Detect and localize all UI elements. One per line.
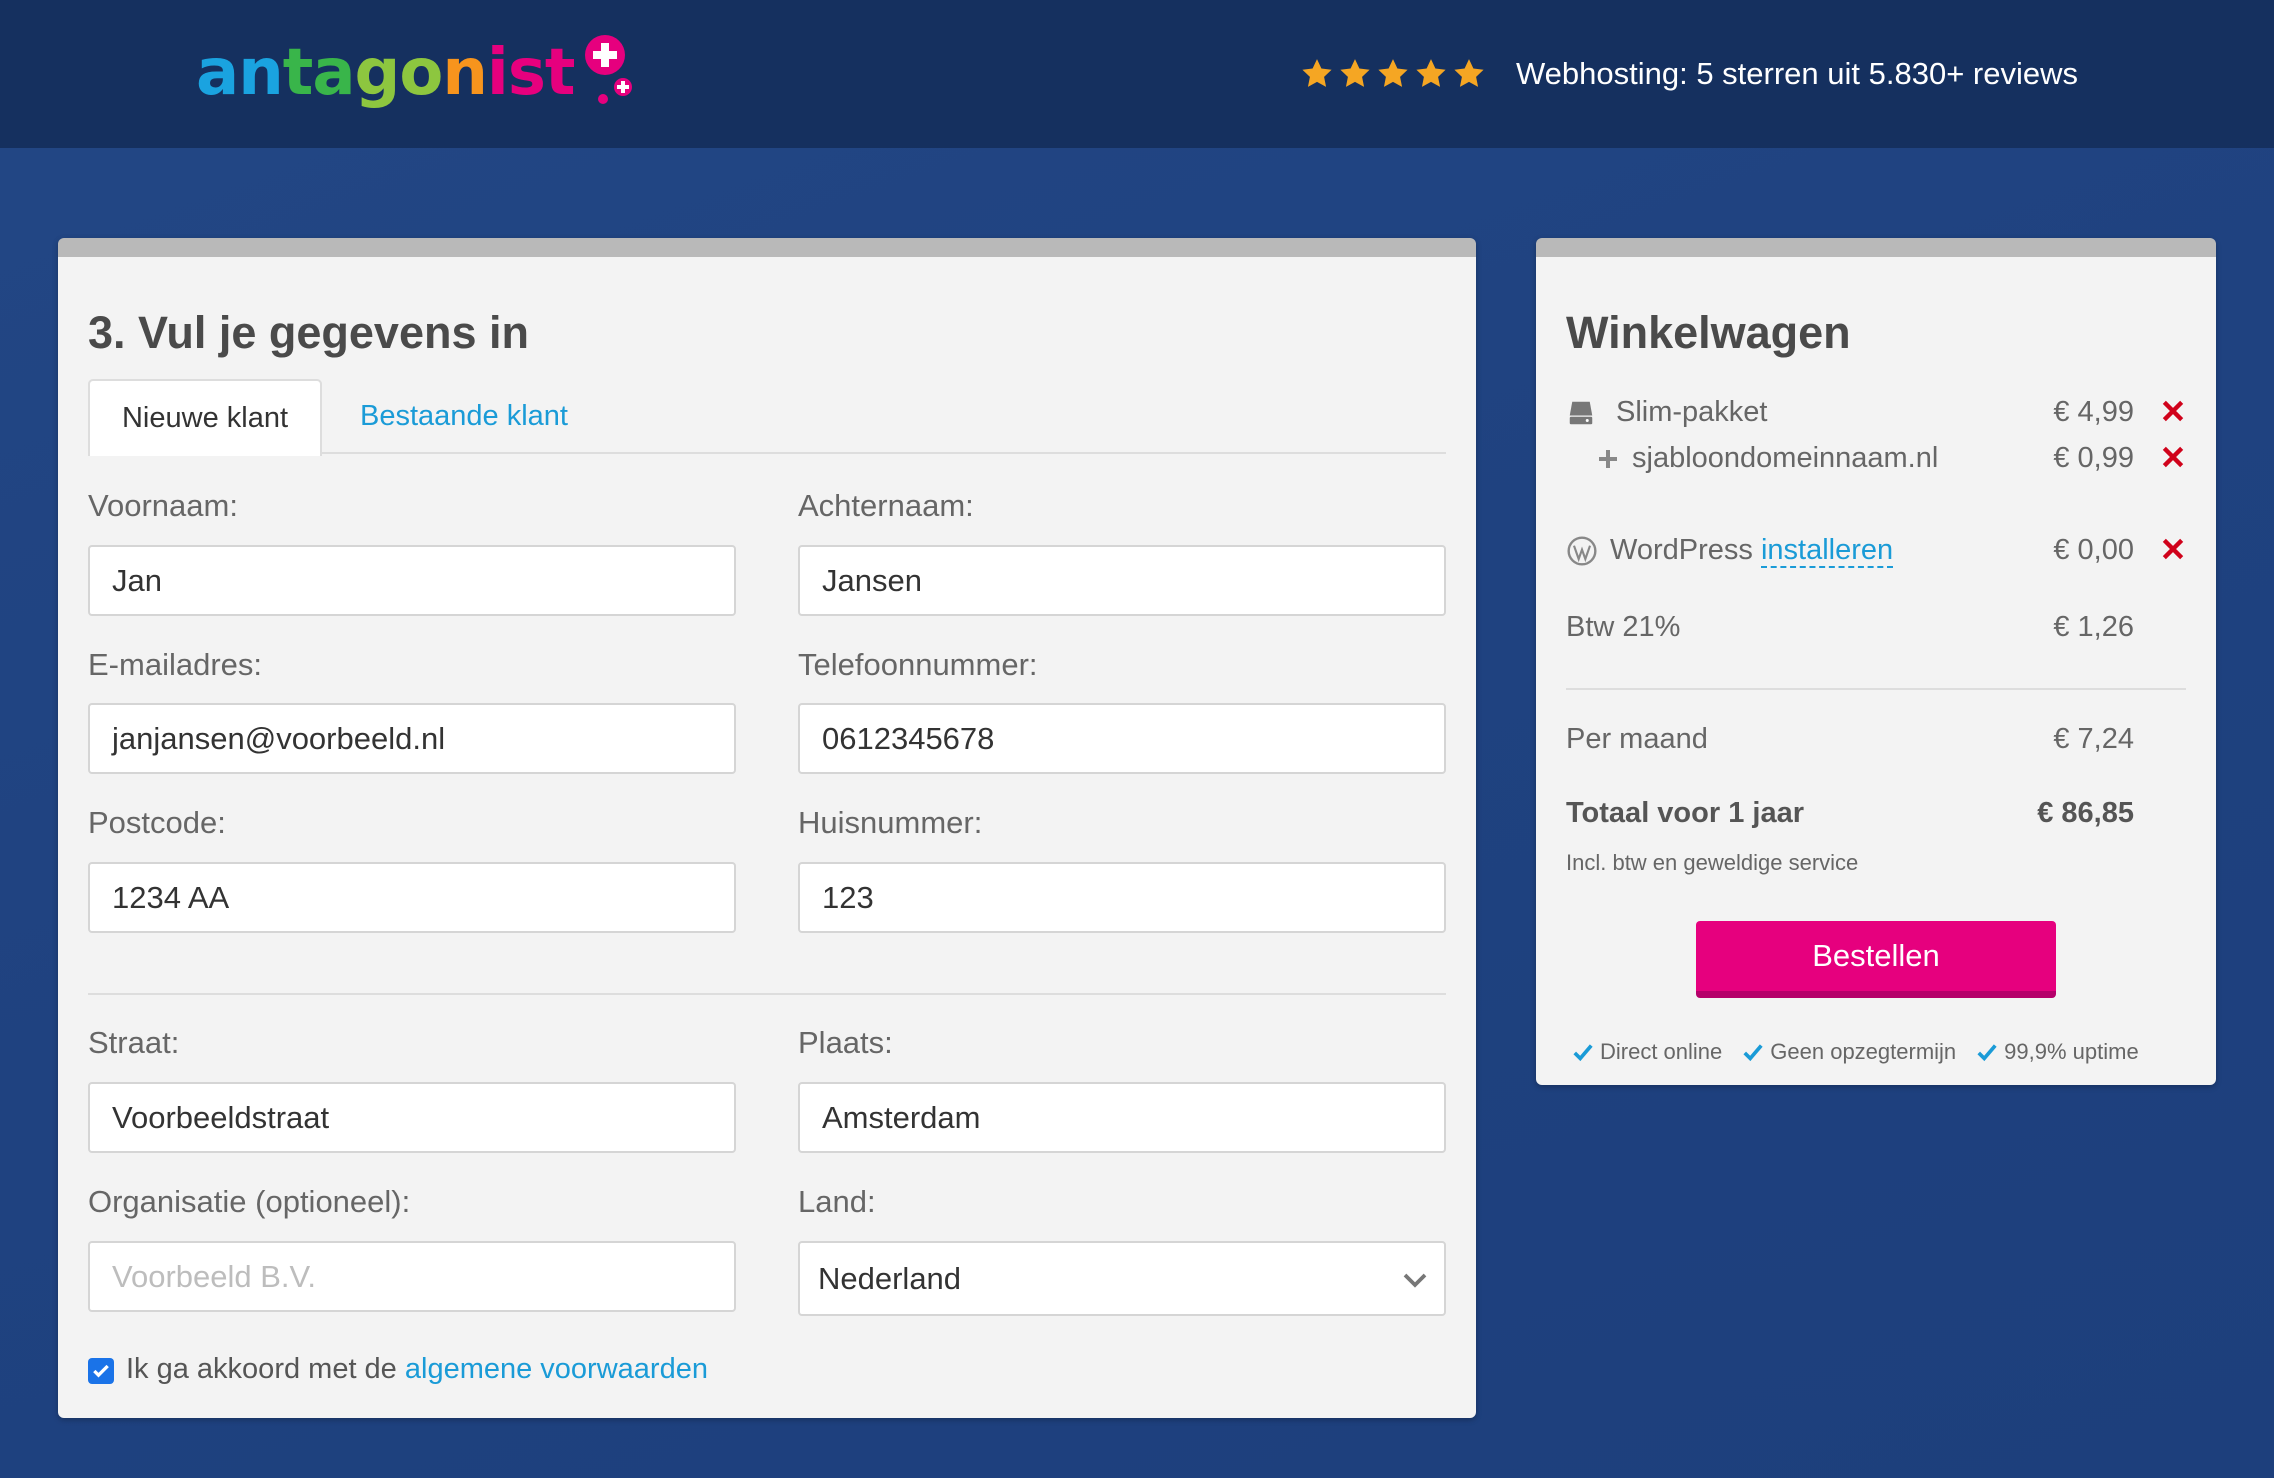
cart-title: Winkelwagen <box>1566 307 1851 358</box>
postcode-label: Postcode: <box>88 805 226 840</box>
order-button[interactable]: Bestellen <box>1696 921 2056 998</box>
country-label: Land: <box>798 1184 876 1219</box>
total-label: Totaal voor 1 jaar <box>1566 797 1804 829</box>
logo-plus-icon <box>584 35 632 104</box>
cart-item-price: € 0,99 <box>2053 442 2134 474</box>
cart-item-label: Slim-pakket <box>1616 396 1768 428</box>
shopping-cart-card: Winkelwagen Slim-pakket € 4,99 sjabloond… <box>1536 238 2216 1085</box>
cart-vat-row: Btw 21% € 1,26 <box>1566 611 2186 655</box>
city-field[interactable]: Amsterdam <box>798 1082 1446 1153</box>
chevron-down-icon <box>1403 1273 1427 1288</box>
country-select-value: Nederland <box>818 1260 962 1296</box>
terms-link[interactable]: algemene voorwaarden <box>405 1353 708 1385</box>
usp-item: Direct online <box>1572 1039 1722 1065</box>
customer-details-card: 3. Vul je gegevens in Nieuwe klant Besta… <box>58 238 1476 1418</box>
cart-item-name: WordPress installeren <box>1566 534 1894 568</box>
usp-item: Geen opzegtermijn <box>1742 1039 1956 1065</box>
remove-icon[interactable] <box>2160 536 2186 562</box>
per-month-label: Per maand <box>1566 723 1708 755</box>
plus-icon <box>1599 449 1617 468</box>
vat-price: € 1,26 <box>2053 611 2134 643</box>
cart-item-label: WordPress installeren <box>1610 534 1894 568</box>
first-name-label: Voornaam: <box>88 488 238 523</box>
cart-per-month-row: Per maand € 7,24 <box>1566 723 2186 767</box>
tab-existing-customer[interactable]: Bestaande klant <box>354 379 574 454</box>
checkmark-icon <box>1977 1044 1997 1062</box>
review-rating[interactable]: Webhosting: 5 sterren uit 5.830+ reviews <box>1300 48 2078 100</box>
vat-label: Btw 21% <box>1566 611 1681 643</box>
tab-new-customer[interactable]: Nieuwe klant <box>88 379 322 456</box>
remove-icon[interactable] <box>2160 444 2186 470</box>
organisation-field[interactable]: Voorbeeld B.V. <box>88 1241 736 1312</box>
checkmark-icon <box>1743 1044 1763 1062</box>
remove-icon[interactable] <box>2160 398 2186 424</box>
house-number-label: Huisnummer: <box>798 805 983 840</box>
rating-stars <box>1300 57 1486 91</box>
city-label: Plaats: <box>798 1025 893 1060</box>
email-label: E-mailadres: <box>88 647 262 682</box>
logo-wordmark: antagonist <box>196 36 575 110</box>
country-select[interactable]: Nederland <box>798 1241 1446 1316</box>
postcode-field[interactable]: 1234 AA <box>88 862 736 933</box>
checkmark-icon <box>1573 1044 1593 1062</box>
usp-item: 99,9% uptime <box>1976 1039 2139 1065</box>
wordpress-icon <box>1567 535 1597 566</box>
cart-total-row: Totaal voor 1 jaar € 86,85 <box>1566 797 2186 841</box>
customer-tabs: Nieuwe klant Bestaande klant <box>88 379 1446 456</box>
email-field[interactable]: janjansen@voorbeeld.nl <box>88 703 736 774</box>
house-number-field[interactable]: 123 <box>798 862 1446 933</box>
phone-field[interactable]: 0612345678 <box>798 703 1446 774</box>
cart-item-wordpress: WordPress installeren € 0,00 <box>1566 534 2186 578</box>
terms-text: Ik ga akkoord met de algemene voorwaarde… <box>126 1353 708 1386</box>
usp-list: Direct online Geen opzegtermijn 99,9% up… <box>1572 1039 2139 1065</box>
cart-item-domain: sjabloondomeinnaam.nl € 0,99 <box>1566 442 2186 486</box>
total-price: € 86,85 <box>2037 797 2134 829</box>
vat-note: Incl. btw en geweldige service <box>1566 850 1859 875</box>
organisation-label: Organisatie (optioneel): <box>88 1184 411 1219</box>
per-month-price: € 7,24 <box>2053 723 2134 755</box>
star-icon <box>1378 59 1408 87</box>
star-icon <box>1340 59 1370 87</box>
last-name-field[interactable]: Jansen <box>798 545 1446 616</box>
star-icon <box>1302 59 1332 87</box>
phone-label: Telefoonnummer: <box>798 647 1038 682</box>
rating-text: Webhosting: 5 sterren uit 5.830+ reviews <box>1515 56 2078 91</box>
star-icon <box>1454 59 1484 87</box>
cart-item-name: sjabloondomeinnaam.nl <box>1596 442 1938 475</box>
terms-checkbox[interactable] <box>88 1358 114 1384</box>
server-icon <box>1569 401 1593 424</box>
cart-item-package: Slim-pakket € 4,99 <box>1566 396 2186 440</box>
cart-item-label: sjabloondomeinnaam.nl <box>1632 442 1939 474</box>
cart-divider <box>1566 688 2186 690</box>
install-link[interactable]: installeren <box>1760 534 1894 568</box>
street-field[interactable]: Voorbeeldstraat <box>88 1082 736 1153</box>
checkmark-icon <box>93 1364 109 1378</box>
cart-item-name: Slim-pakket <box>1566 396 1768 429</box>
form-title: 3. Vul je gegevens in <box>88 307 529 358</box>
first-name-field[interactable]: Jan <box>88 545 736 616</box>
form-divider <box>88 993 1446 995</box>
cart-item-price: € 0,00 <box>2053 534 2134 566</box>
star-icon <box>1416 59 1446 87</box>
street-label: Straat: <box>88 1025 180 1060</box>
terms-label: Ik ga akkoord met de <box>126 1353 405 1385</box>
last-name-label: Achternaam: <box>798 488 974 523</box>
cart-item-price: € 4,99 <box>2053 396 2134 428</box>
antagonist-logo[interactable]: antagonist <box>196 28 635 118</box>
top-bar: antagonist Webhosting: 5 sterren uit 5.8… <box>0 0 2274 148</box>
